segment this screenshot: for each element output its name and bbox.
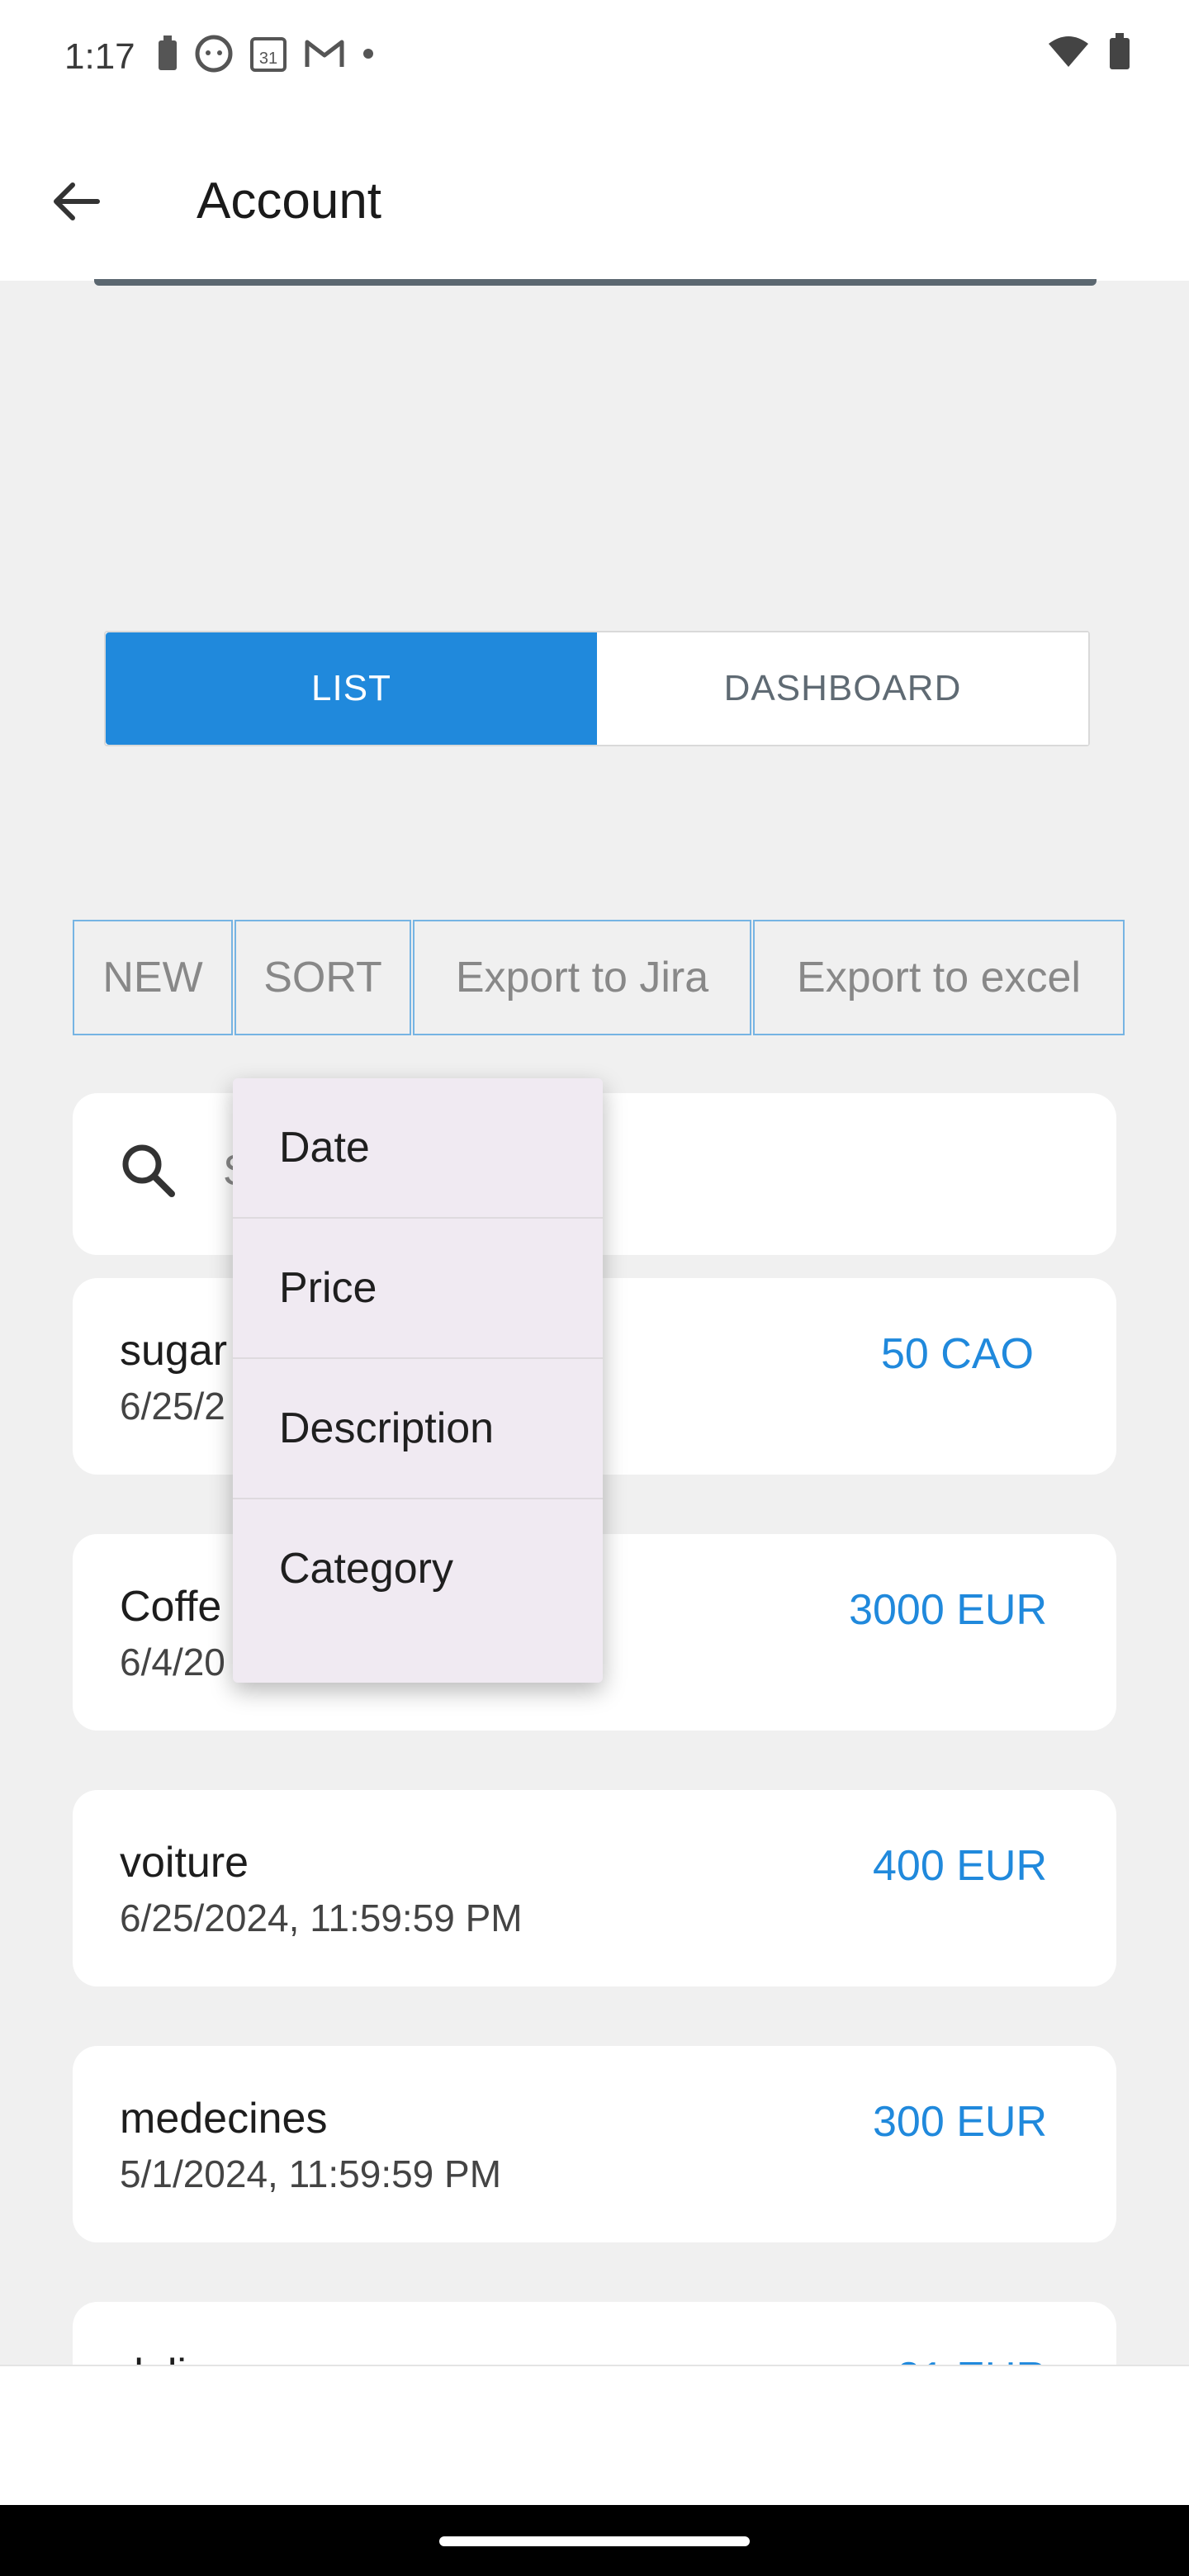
sort-menu: Date Price Description Category — [233, 1078, 603, 1683]
home-handle[interactable] — [439, 2536, 750, 2546]
sort-option-price[interactable]: Price — [233, 1219, 603, 1359]
expense-date: 6/4/20 — [120, 1641, 225, 1683]
system-nav-bar — [0, 2505, 1189, 2576]
expense-card[interactable]: medecines 5/1/2024, 11:59:59 PM 300 EUR — [73, 2046, 1116, 2242]
expense-name: voiture — [120, 1839, 249, 1887]
expense-amount: 3000 EUR — [849, 1586, 1047, 1634]
calendar-icon: 31 — [250, 37, 287, 72]
status-bar: 1:17 31 — [0, 0, 1189, 124]
action-toolbar: NEW SORT Export to Jira Export to excel — [73, 920, 1126, 1035]
battery-icon — [1110, 33, 1130, 69]
back-arrow-icon[interactable] — [43, 168, 109, 234]
expense-amount: 300 EUR — [873, 2098, 1047, 2146]
sort-option-date[interactable]: Date — [233, 1078, 603, 1219]
gmail-icon — [305, 40, 344, 67]
bottom-bar — [0, 2365, 1189, 2507]
svg-text:31: 31 — [259, 50, 277, 68]
app-face-icon — [195, 35, 233, 73]
input-underline — [94, 279, 1097, 286]
page-title: Account — [197, 173, 382, 230]
export-excel-button[interactable]: Export to excel — [753, 920, 1125, 1035]
expense-name: sugar — [120, 1327, 228, 1375]
expense-amount: 50 CAO — [881, 1330, 1034, 1378]
sort-option-description[interactable]: Description — [233, 1359, 603, 1499]
expense-card[interactable]: voiture 6/25/2024, 11:59:59 PM 400 EUR — [73, 1790, 1116, 1986]
expense-name: medecines — [120, 2095, 328, 2143]
tab-dashboard[interactable]: DASHBOARD — [597, 632, 1088, 745]
battery-saver-icon — [159, 36, 177, 70]
view-toggle: LIST DASHBOARD — [104, 631, 1090, 746]
wifi-icon — [1049, 36, 1088, 67]
tab-list[interactable]: LIST — [106, 632, 597, 745]
search-icon — [122, 1144, 175, 1197]
dot-icon — [363, 49, 373, 59]
expense-date: 5/1/2024, 11:59:59 PM — [120, 2152, 502, 2195]
export-jira-button[interactable]: Export to Jira — [413, 920, 751, 1035]
expense-name: Coffe — [120, 1583, 222, 1631]
expense-date: 6/25/2 — [120, 1385, 225, 1428]
status-time: 1:17 — [64, 36, 135, 77]
notification-icons: 31 — [157, 35, 375, 73]
sort-option-category[interactable]: Category — [233, 1499, 603, 1638]
app-bar: Account — [0, 124, 1189, 281]
sort-button[interactable]: SORT — [234, 920, 411, 1035]
expense-amount: 400 EUR — [873, 1842, 1047, 1890]
expense-date: 6/25/2024, 11:59:59 PM — [120, 1896, 523, 1939]
new-button[interactable]: NEW — [73, 920, 233, 1035]
system-icons — [1047, 33, 1131, 71]
